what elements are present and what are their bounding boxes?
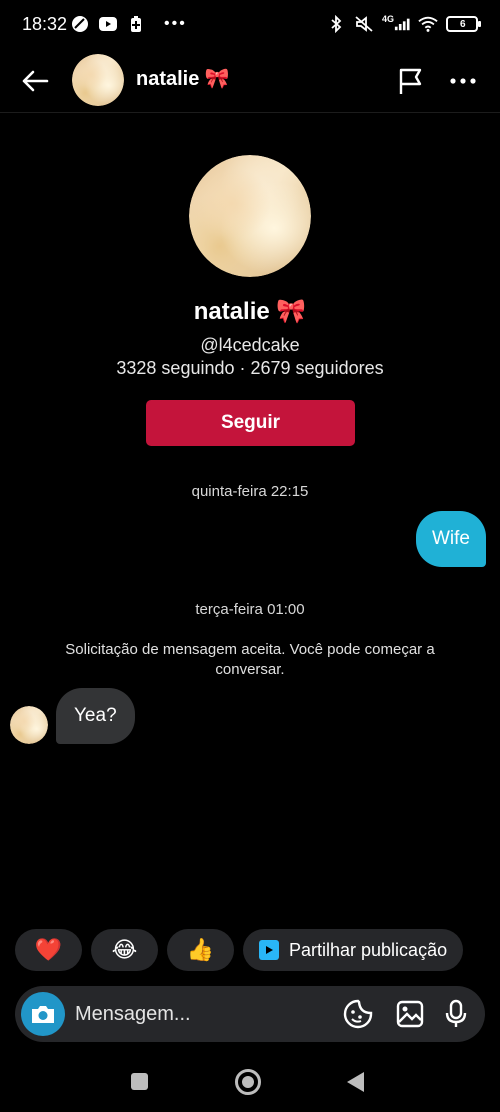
more-options-button[interactable] [446, 64, 480, 98]
system-back-button[interactable] [347, 1072, 364, 1092]
profile-avatar[interactable] [189, 155, 311, 277]
incoming-message-bubble[interactable]: Yea? [56, 688, 135, 744]
share-post-icon [259, 940, 279, 960]
follow-button[interactable]: Seguir [146, 400, 355, 446]
battery-percent: 6 [460, 18, 466, 30]
profile-stats: 3328 seguindo · 2679 seguidores [116, 358, 384, 378]
thumbs-up-reaction-button[interactable]: 👍 [167, 929, 234, 971]
dm-screen: 18:32 ••• 4G 6 natalie 🎀 natalie 🎀 @l4ce… [0, 0, 500, 1112]
signal-icon: 4G [382, 14, 410, 34]
more-options-icon [450, 78, 476, 84]
system-nav-bar [0, 1062, 500, 1102]
chat-header: natalie 🎀 [0, 52, 500, 110]
notification-icons: ••• [70, 14, 187, 34]
microphone-icon [445, 999, 467, 1027]
camera-icon [32, 1006, 54, 1023]
profile-name: natalie 🎀 [193, 298, 307, 325]
message-input[interactable] [75, 994, 335, 1034]
outgoing-message-bubble[interactable]: Wife [416, 511, 486, 567]
header-contact-name[interactable]: natalie 🎀 [136, 66, 230, 91]
heart-reaction-button[interactable]: ❤️ [15, 929, 82, 971]
battery-icon: 6 [446, 16, 481, 32]
avatar-photo [189, 155, 311, 277]
back-arrow-icon [22, 70, 49, 92]
youtube-icon [98, 14, 118, 34]
gallery-button[interactable] [394, 998, 426, 1030]
mute-icon [354, 14, 374, 34]
system-icons: 4G 6 [326, 14, 481, 34]
flag-icon [399, 68, 422, 94]
profile-handle: @l4cedcake [200, 335, 300, 355]
gallery-icon [396, 1000, 424, 1028]
quick-reactions: ❤️ 😂 👍 Partilhar publicação [15, 929, 464, 971]
home-button[interactable] [235, 1069, 261, 1095]
camera-button[interactable] [21, 992, 65, 1036]
network-type: 4G [382, 14, 395, 24]
header-divider [0, 112, 500, 113]
share-post-button[interactable]: Partilhar publicação [243, 929, 464, 971]
incoming-avatar[interactable] [10, 706, 48, 744]
laugh-reaction-button[interactable]: 😂 [91, 929, 158, 971]
bluetooth-icon [326, 14, 346, 34]
message-composer [15, 986, 485, 1042]
avatar-photo [10, 706, 48, 744]
header-avatar[interactable] [72, 54, 124, 106]
status-bar: 18:32 ••• 4G 6 [0, 0, 500, 52]
microphone-button[interactable] [440, 998, 472, 1030]
message-timestamp: terça-feira 01:00 [195, 601, 305, 618]
status-time: 18:32 [22, 14, 68, 34]
battery-saver-icon [126, 14, 146, 34]
message-timestamp: quinta-feira 22:15 [191, 483, 309, 500]
compass-icon [70, 14, 90, 34]
more-notifications-icon: ••• [164, 15, 187, 32]
sticker-icon [343, 999, 373, 1029]
back-button[interactable] [16, 62, 54, 100]
avatar-photo [72, 54, 124, 106]
share-post-label: Partilhar publicação [289, 939, 448, 960]
report-button[interactable] [394, 64, 428, 98]
wifi-icon [418, 14, 438, 34]
recent-apps-button[interactable] [131, 1073, 148, 1090]
system-message: Solicitação de mensagem aceita. Você pod… [65, 641, 435, 678]
sticker-button[interactable] [342, 998, 374, 1030]
